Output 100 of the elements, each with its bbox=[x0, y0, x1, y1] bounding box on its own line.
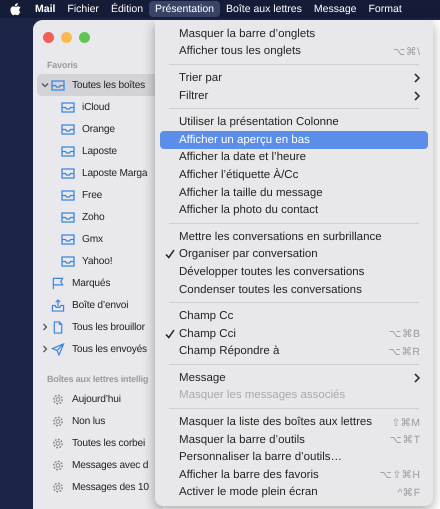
menu-item-label: Champ Répondre à bbox=[179, 345, 280, 358]
menu-item[interactable]: Afficher la date et l’heure bbox=[160, 148, 428, 166]
menu-item[interactable]: Afficher la photo du contact bbox=[160, 201, 428, 219]
menu-item[interactable]: Afficher la taille du message bbox=[160, 184, 428, 202]
menu-item-label: Masquer la barre d’onglets bbox=[179, 28, 316, 40]
mailbox-label: Laposte bbox=[82, 146, 117, 156]
menu-item-label: Masquer les messages associés bbox=[179, 389, 346, 402]
sidebar-item[interactable]: Tous les brouillor bbox=[37, 316, 159, 338]
mailbox-label: Messages avec d bbox=[72, 460, 148, 470]
mailbox-label: iCloud bbox=[82, 102, 110, 112]
mailbox-label: Marqués bbox=[72, 278, 110, 288]
sidebar-item[interactable]: Free bbox=[37, 184, 159, 206]
menu-item[interactable]: Champ Cci ⌥⌘B bbox=[160, 324, 428, 342]
menu-item[interactable]: Afficher la barre des favoris ⌥⇧⌘H bbox=[160, 466, 428, 484]
menu-item-label: Afficher la photo du contact bbox=[179, 204, 320, 216]
menu-item-label: Activer le mode plein écran bbox=[179, 486, 319, 498]
menu-bar-item[interactable]: Message bbox=[308, 1, 362, 17]
sidebar-item[interactable]: Toutes les corbei bbox=[37, 432, 159, 454]
sidebar-item[interactable]: Laposte bbox=[37, 140, 159, 162]
menu-item-label: Afficher tous les onglets bbox=[179, 45, 302, 58]
sidebar-item[interactable]: Messages avec d bbox=[37, 454, 159, 476]
chevron-right-icon[interactable] bbox=[41, 345, 49, 353]
menu-item[interactable]: Masquer la liste des boîtes aux lettres ⇧⌘M bbox=[160, 413, 428, 431]
chevron-right-icon[interactable] bbox=[41, 323, 49, 331]
sidebar-item[interactable]: Tous les envoyés bbox=[37, 338, 159, 360]
close-button[interactable] bbox=[43, 32, 54, 43]
menu-item[interactable]: Afficher l’étiquette À/Cc bbox=[160, 166, 428, 184]
menu-item[interactable]: Message bbox=[160, 369, 428, 387]
keyboard-shortcut: ⌥⌘T bbox=[390, 433, 420, 446]
sidebar-item[interactable]: Laposte Marga bbox=[37, 162, 159, 184]
menu-item[interactable]: Champ Répondre à ⌥⌘R bbox=[160, 342, 428, 360]
gear-icon bbox=[51, 392, 65, 406]
menu-item-label: Masquer la liste des boîtes aux lettres bbox=[179, 416, 374, 428]
menu-bar-item[interactable]: Fichier bbox=[61, 1, 105, 17]
keyboard-shortcut: ⌥⇧⌘H bbox=[379, 468, 420, 482]
menu-item-label: Afficher la taille du message bbox=[179, 186, 324, 199]
menu-item-label: Filtrer bbox=[179, 90, 210, 102]
menu-item[interactable]: Personnaliser la barre d’outils… bbox=[160, 448, 428, 466]
mailbox-label: Laposte Marga bbox=[82, 168, 148, 178]
mailbox-label: Tous les envoyés bbox=[72, 344, 147, 354]
sidebar-item[interactable]: Boîte d’envoi bbox=[37, 294, 159, 316]
menu-bar-item[interactable]: Boîte aux lettres bbox=[220, 1, 308, 17]
outbox-tray-icon bbox=[51, 298, 65, 312]
sidebar-item[interactable]: Orange bbox=[37, 118, 159, 140]
apple-logo-icon[interactable] bbox=[10, 2, 21, 16]
sidebar-item[interactable]: iCloud bbox=[37, 96, 159, 118]
menu-item-label: Trier par bbox=[179, 72, 224, 84]
section-heading: Favoris bbox=[46, 59, 79, 72]
gear-icon bbox=[51, 414, 65, 428]
menu-item-label: Champ Cc bbox=[179, 310, 234, 322]
menu-bar-item[interactable]: Format bbox=[362, 1, 408, 17]
inbox-tray-icon bbox=[61, 210, 75, 224]
menu-item-label: Afficher un aperçu en bas bbox=[179, 134, 311, 146]
inbox-tray-icon bbox=[61, 188, 75, 202]
menu-item[interactable]: Mettre les conversations en surbrillance bbox=[160, 228, 428, 246]
menu-item-label: Personnaliser la barre d’outils… bbox=[179, 451, 343, 464]
sidebar-item[interactable]: Aujourd’hui bbox=[37, 388, 159, 410]
menu-item[interactable]: Masquer la barre d’onglets bbox=[160, 25, 428, 43]
mailbox-label: Orange bbox=[82, 124, 115, 134]
sidebar-item[interactable]: Non lus bbox=[37, 410, 159, 432]
menu-bar-item[interactable]: Présentation bbox=[149, 1, 220, 17]
menu-item-label: Condenser toutes les conversations bbox=[179, 284, 363, 296]
chevron-down-icon[interactable] bbox=[41, 81, 49, 89]
mailbox-label: Zoho bbox=[82, 212, 104, 222]
menu-item[interactable]: Organiser par conversation bbox=[160, 246, 428, 264]
sidebar-item[interactable]: Zoho bbox=[37, 206, 159, 228]
mailbox-label: Aujourd’hui bbox=[72, 394, 121, 404]
menu-item[interactable]: Activer le mode plein écran ^⌘F bbox=[160, 484, 428, 502]
mailbox-label: Toutes les corbei bbox=[72, 438, 146, 448]
menu-item[interactable]: Condenser toutes les conversations bbox=[160, 280, 428, 298]
sidebar-item[interactable]: Yahoo! bbox=[37, 250, 159, 272]
sidebar-item[interactable]: Messages des 10 bbox=[37, 476, 159, 498]
mailbox-label: Free bbox=[82, 190, 102, 200]
app-menu[interactable]: Mail bbox=[29, 1, 62, 17]
mailbox-label: Tous les brouillor bbox=[72, 322, 145, 332]
mailbox-label: Non lus bbox=[72, 416, 106, 426]
sidebar-item[interactable]: Marqués bbox=[37, 272, 159, 294]
keyboard-shortcut: ^⌘F bbox=[398, 486, 420, 499]
menu-item-label: Utiliser la présentation Colonne bbox=[179, 116, 340, 128]
menu-item-label: Afficher la date et l’heure bbox=[179, 151, 308, 164]
sidebar-item[interactable]: Gmx bbox=[37, 228, 159, 250]
mailbox-label: Boîte d’envoi bbox=[72, 300, 128, 310]
menu-item-label: Afficher la barre des favoris bbox=[179, 468, 320, 481]
menu-item-label: Organiser par conversation bbox=[179, 248, 319, 260]
gear-icon bbox=[51, 480, 65, 494]
menu-item[interactable]: Champ Cc bbox=[160, 307, 428, 325]
menu-item[interactable]: Trier par bbox=[160, 69, 428, 87]
keyboard-shortcut: ⇧⌘M bbox=[391, 416, 420, 429]
keyboard-shortcut: ⌥⌘B bbox=[388, 327, 420, 340]
menu-item[interactable]: Masquer la barre d’outils ⌥⌘T bbox=[160, 430, 428, 448]
flag-icon bbox=[51, 276, 65, 290]
inbox-tray-icon bbox=[61, 232, 75, 246]
inbox-tray-icon bbox=[61, 166, 75, 180]
menu-item[interactable]: Afficher tous les onglets ⌥⌘\ bbox=[160, 42, 428, 60]
inbox-tray-icon bbox=[61, 122, 75, 136]
menu-item[interactable]: Développer toutes les conversations bbox=[160, 263, 428, 281]
keyboard-shortcut: ⌥⌘R bbox=[388, 344, 420, 358]
menu-bar-item[interactable]: Édition bbox=[104, 1, 150, 17]
menu-item[interactable]: Filtrer bbox=[160, 86, 428, 104]
menu-item[interactable]: Utiliser la présentation Colonne bbox=[160, 113, 428, 131]
